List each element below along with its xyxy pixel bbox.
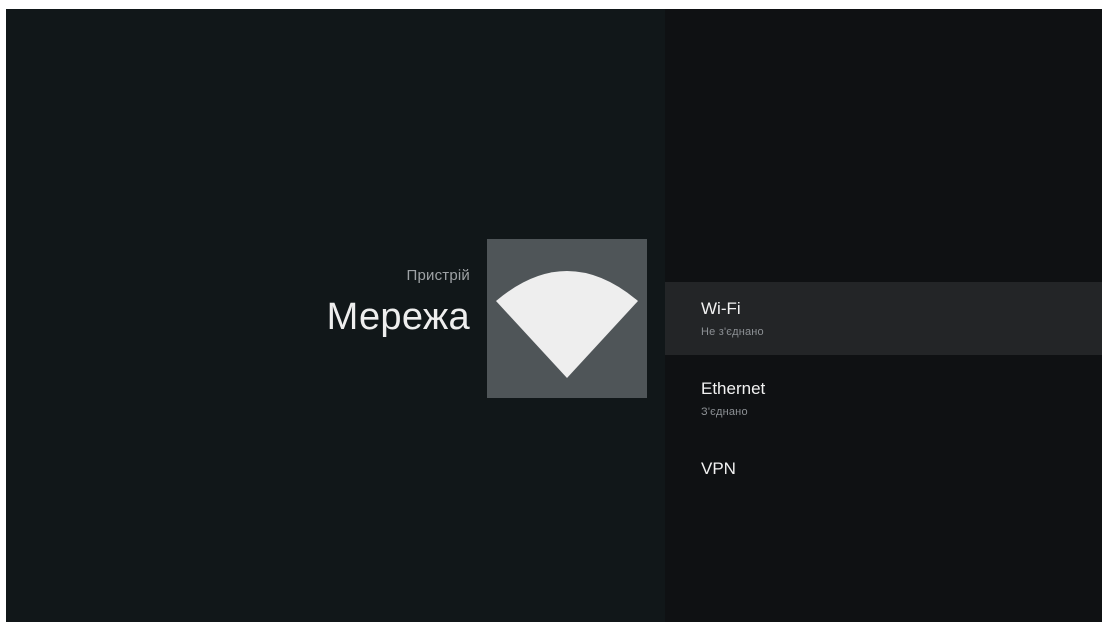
menu-item-wifi[interactable]: Wi-Fi Не з'єднано <box>665 282 1102 355</box>
page-title: Мережа <box>326 296 470 338</box>
menu-item-vpn[interactable]: VPN <box>665 442 1102 515</box>
network-icon-tile <box>487 239 647 398</box>
wifi-icon <box>496 271 638 378</box>
menu-item-ethernet[interactable]: Ethernet З'єднано <box>665 362 1102 435</box>
settings-screen: Пристрій Мережа Wi-Fi Не з'єднано Ethern… <box>6 9 1102 622</box>
menu-item-label: VPN <box>701 459 736 478</box>
menu-item-label: Wi-Fi <box>701 299 741 318</box>
title-pane: Пристрій Мережа <box>6 9 665 622</box>
settings-list: Wi-Fi Не з'єднано Ethernet З'єднано VPN <box>665 9 1102 622</box>
menu-item-status: З'єднано <box>701 406 748 418</box>
menu-item-status: Не з'єднано <box>701 326 764 338</box>
menu-item-label: Ethernet <box>701 379 766 398</box>
breadcrumb: Пристрій <box>406 267 470 284</box>
